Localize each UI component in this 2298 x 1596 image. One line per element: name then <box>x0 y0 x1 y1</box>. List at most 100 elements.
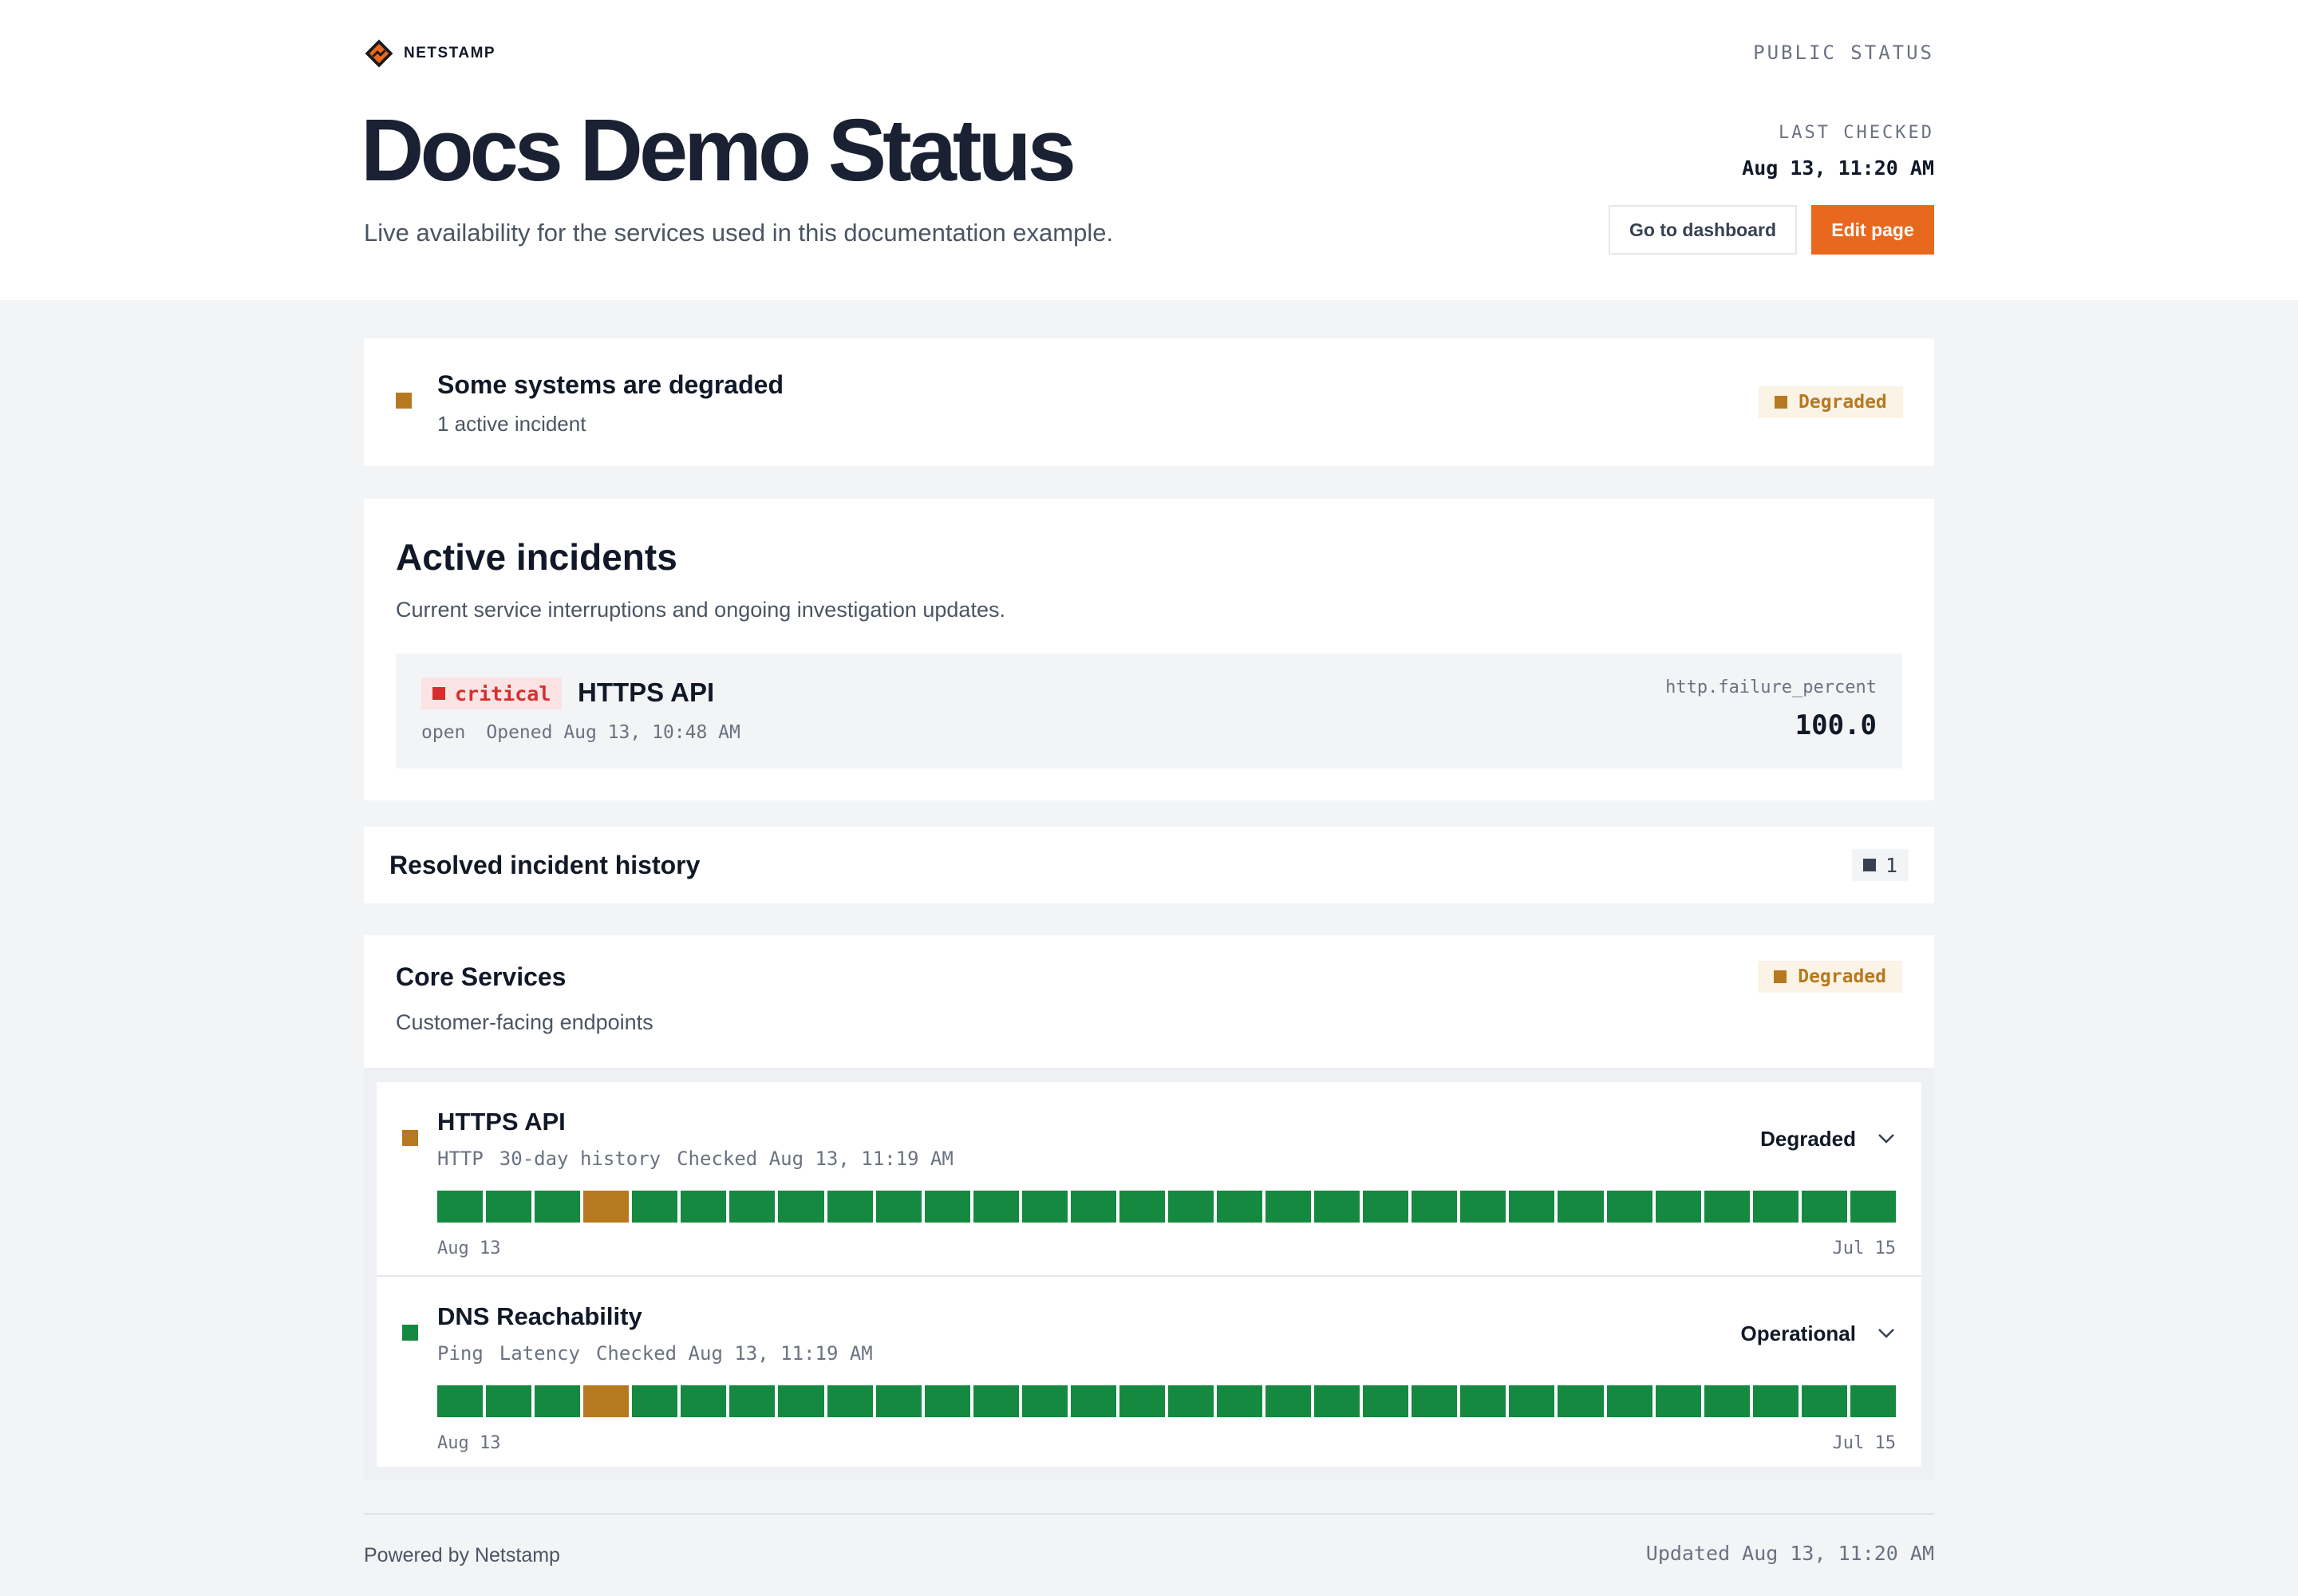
service-state: Operational <box>1740 1321 1856 1345</box>
uptime-day-bar[interactable] <box>1606 1191 1652 1223</box>
uptime-day-bar[interactable] <box>1021 1191 1068 1223</box>
uptime-day-bar[interactable] <box>973 1385 1019 1417</box>
uptime-day-bar[interactable] <box>1752 1385 1799 1417</box>
uptime-day-bar[interactable] <box>535 1191 581 1223</box>
page-subtitle: Live availability for the services used … <box>364 219 1114 247</box>
summary-status-badge: Degraded <box>1759 386 1903 418</box>
uptime-day-bar[interactable] <box>1412 1191 1458 1223</box>
incidents-subtext: Current service interruptions and ongoin… <box>396 598 1005 622</box>
uptime-day-bar[interactable] <box>1558 1385 1604 1417</box>
uptime-day-bar[interactable] <box>1606 1385 1652 1417</box>
powered-by-link[interactable]: Powered by Netstamp <box>364 1544 560 1567</box>
uptime-day-bar[interactable] <box>1363 1191 1409 1223</box>
uptime-day-bar[interactable] <box>729 1191 776 1223</box>
service-checked: Checked Aug 13, 11:19 AM <box>677 1148 954 1170</box>
uptime-day-bar[interactable] <box>875 1385 922 1417</box>
uptime-day-bar[interactable] <box>1509 1385 1555 1417</box>
uptime-day-bar[interactable] <box>1655 1191 1701 1223</box>
uptime-day-bar[interactable] <box>1801 1191 1847 1223</box>
badge-square-icon <box>1775 396 1787 409</box>
uptime-day-bar[interactable] <box>1363 1385 1409 1417</box>
uptime-day-bar[interactable] <box>1314 1385 1360 1417</box>
uptime-day-bar[interactable] <box>632 1191 678 1223</box>
uptime-day-bar[interactable] <box>1801 1385 1847 1417</box>
uptime-day-bar[interactable] <box>778 1385 824 1417</box>
group-status-badge: Degraded <box>1758 961 1902 993</box>
uptime-day-bar[interactable] <box>583 1191 630 1223</box>
uptime-day-bar[interactable] <box>1704 1191 1750 1223</box>
chevron-down-icon[interactable] <box>1875 1321 1897 1344</box>
uptime-day-bar[interactable] <box>632 1385 678 1417</box>
uptime-day-bar[interactable] <box>1850 1385 1896 1417</box>
uptime-day-bar[interactable] <box>924 1385 970 1417</box>
service-state: Degraded <box>1760 1127 1856 1151</box>
uptime-day-bar[interactable] <box>1704 1385 1750 1417</box>
active-incidents-card: Active incidents Current service interru… <box>364 499 1934 800</box>
uptime-day-bar[interactable] <box>924 1191 970 1223</box>
page-header: NETSTAMP PUBLIC STATUS Docs Demo Status … <box>0 0 2298 300</box>
uptime-day-bar[interactable] <box>1070 1385 1116 1417</box>
chevron-down-icon[interactable] <box>1875 1127 1897 1149</box>
count-square-icon <box>1862 859 1876 871</box>
uptime-day-bar[interactable] <box>1119 1191 1165 1223</box>
uptime-day-bar[interactable] <box>1265 1385 1312 1417</box>
uptime-day-bar[interactable] <box>681 1385 727 1417</box>
service-row[interactable]: DNS Reachability Ping Latency Checked Au… <box>377 1275 1921 1468</box>
updated-timestamp: Updated Aug 13, 11:20 AM <box>1645 1542 1934 1565</box>
incident-item[interactable]: critical HTTPS API open Opened Aug 13, 1… <box>396 654 1902 768</box>
service-name: DNS Reachability <box>437 1302 642 1330</box>
service-history: Latency <box>499 1342 580 1365</box>
uptime-day-bar[interactable] <box>1460 1191 1506 1223</box>
uptime-day-bar[interactable] <box>1167 1385 1214 1417</box>
uptime-day-bar[interactable] <box>1021 1385 1068 1417</box>
uptime-day-bar[interactable] <box>827 1191 873 1223</box>
uptime-day-bar[interactable] <box>1558 1191 1604 1223</box>
uptime-day-bar[interactable] <box>1265 1191 1312 1223</box>
uptime-day-bar[interactable] <box>875 1191 922 1223</box>
resolved-history-toggle[interactable]: Resolved incident history 1 <box>364 827 1934 903</box>
page-title: Docs Demo Status <box>361 101 1076 200</box>
uptime-day-bar[interactable] <box>486 1385 532 1417</box>
uptime-day-bar[interactable] <box>1655 1385 1701 1417</box>
service-list: HTTPS API HTTP 30-day history Checked Au… <box>377 1082 1921 1467</box>
summary-heading: Some systems are degraded <box>437 370 784 399</box>
uptime-day-bar[interactable] <box>1314 1191 1360 1223</box>
uptime-day-bar[interactable] <box>535 1385 581 1417</box>
edit-page-button[interactable]: Edit page <box>1811 205 1934 255</box>
service-row[interactable]: HTTPS API HTTP 30-day history Checked Au… <box>377 1082 1921 1275</box>
uptime-day-bar[interactable] <box>778 1191 824 1223</box>
uptime-day-bar[interactable] <box>1752 1191 1799 1223</box>
uptime-day-bar[interactable] <box>437 1385 484 1417</box>
uptime-day-bar[interactable] <box>1850 1191 1896 1223</box>
resolved-count: 1 <box>1885 853 1897 877</box>
uptime-day-bar[interactable] <box>973 1191 1019 1223</box>
uptime-day-bar[interactable] <box>1119 1385 1165 1417</box>
go-to-dashboard-button[interactable]: Go to dashboard <box>1609 205 1797 255</box>
uptime-bars <box>437 1385 1896 1417</box>
uptime-day-bar[interactable] <box>583 1385 630 1417</box>
uptime-day-bar[interactable] <box>1460 1385 1506 1417</box>
uptime-day-bar[interactable] <box>1412 1385 1458 1417</box>
uptime-day-bar[interactable] <box>1167 1191 1214 1223</box>
uptime-day-bar[interactable] <box>729 1385 776 1417</box>
service-status-indicator <box>402 1130 418 1146</box>
uptime-day-bar[interactable] <box>1509 1191 1555 1223</box>
uptime-day-bar[interactable] <box>1217 1191 1263 1223</box>
range-end-date: Jul 15 <box>1832 1238 1896 1258</box>
badge-label: Degraded <box>1799 392 1887 413</box>
service-group-card: Core Services Customer-facing endpoints … <box>364 935 1934 1479</box>
incident-metric-name: http.failure_percent <box>1665 678 1877 697</box>
uptime-day-bar[interactable] <box>827 1385 873 1417</box>
uptime-day-bar[interactable] <box>1217 1385 1263 1417</box>
uptime-day-bar[interactable] <box>1070 1191 1116 1223</box>
uptime-day-bar[interactable] <box>437 1191 484 1223</box>
brand[interactable]: NETSTAMP <box>364 38 496 69</box>
netstamp-logo-icon <box>365 39 393 68</box>
severity-square-icon <box>432 687 445 700</box>
incident-status: open <box>421 722 466 743</box>
uptime-day-bar[interactable] <box>486 1191 532 1223</box>
incident-service-name: HTTPS API <box>578 678 715 707</box>
uptime-day-bar[interactable] <box>681 1191 727 1223</box>
last-checked-value: Aug 13, 11:20 AM <box>1742 156 1934 180</box>
resolved-count-badge: 1 <box>1851 849 1909 881</box>
